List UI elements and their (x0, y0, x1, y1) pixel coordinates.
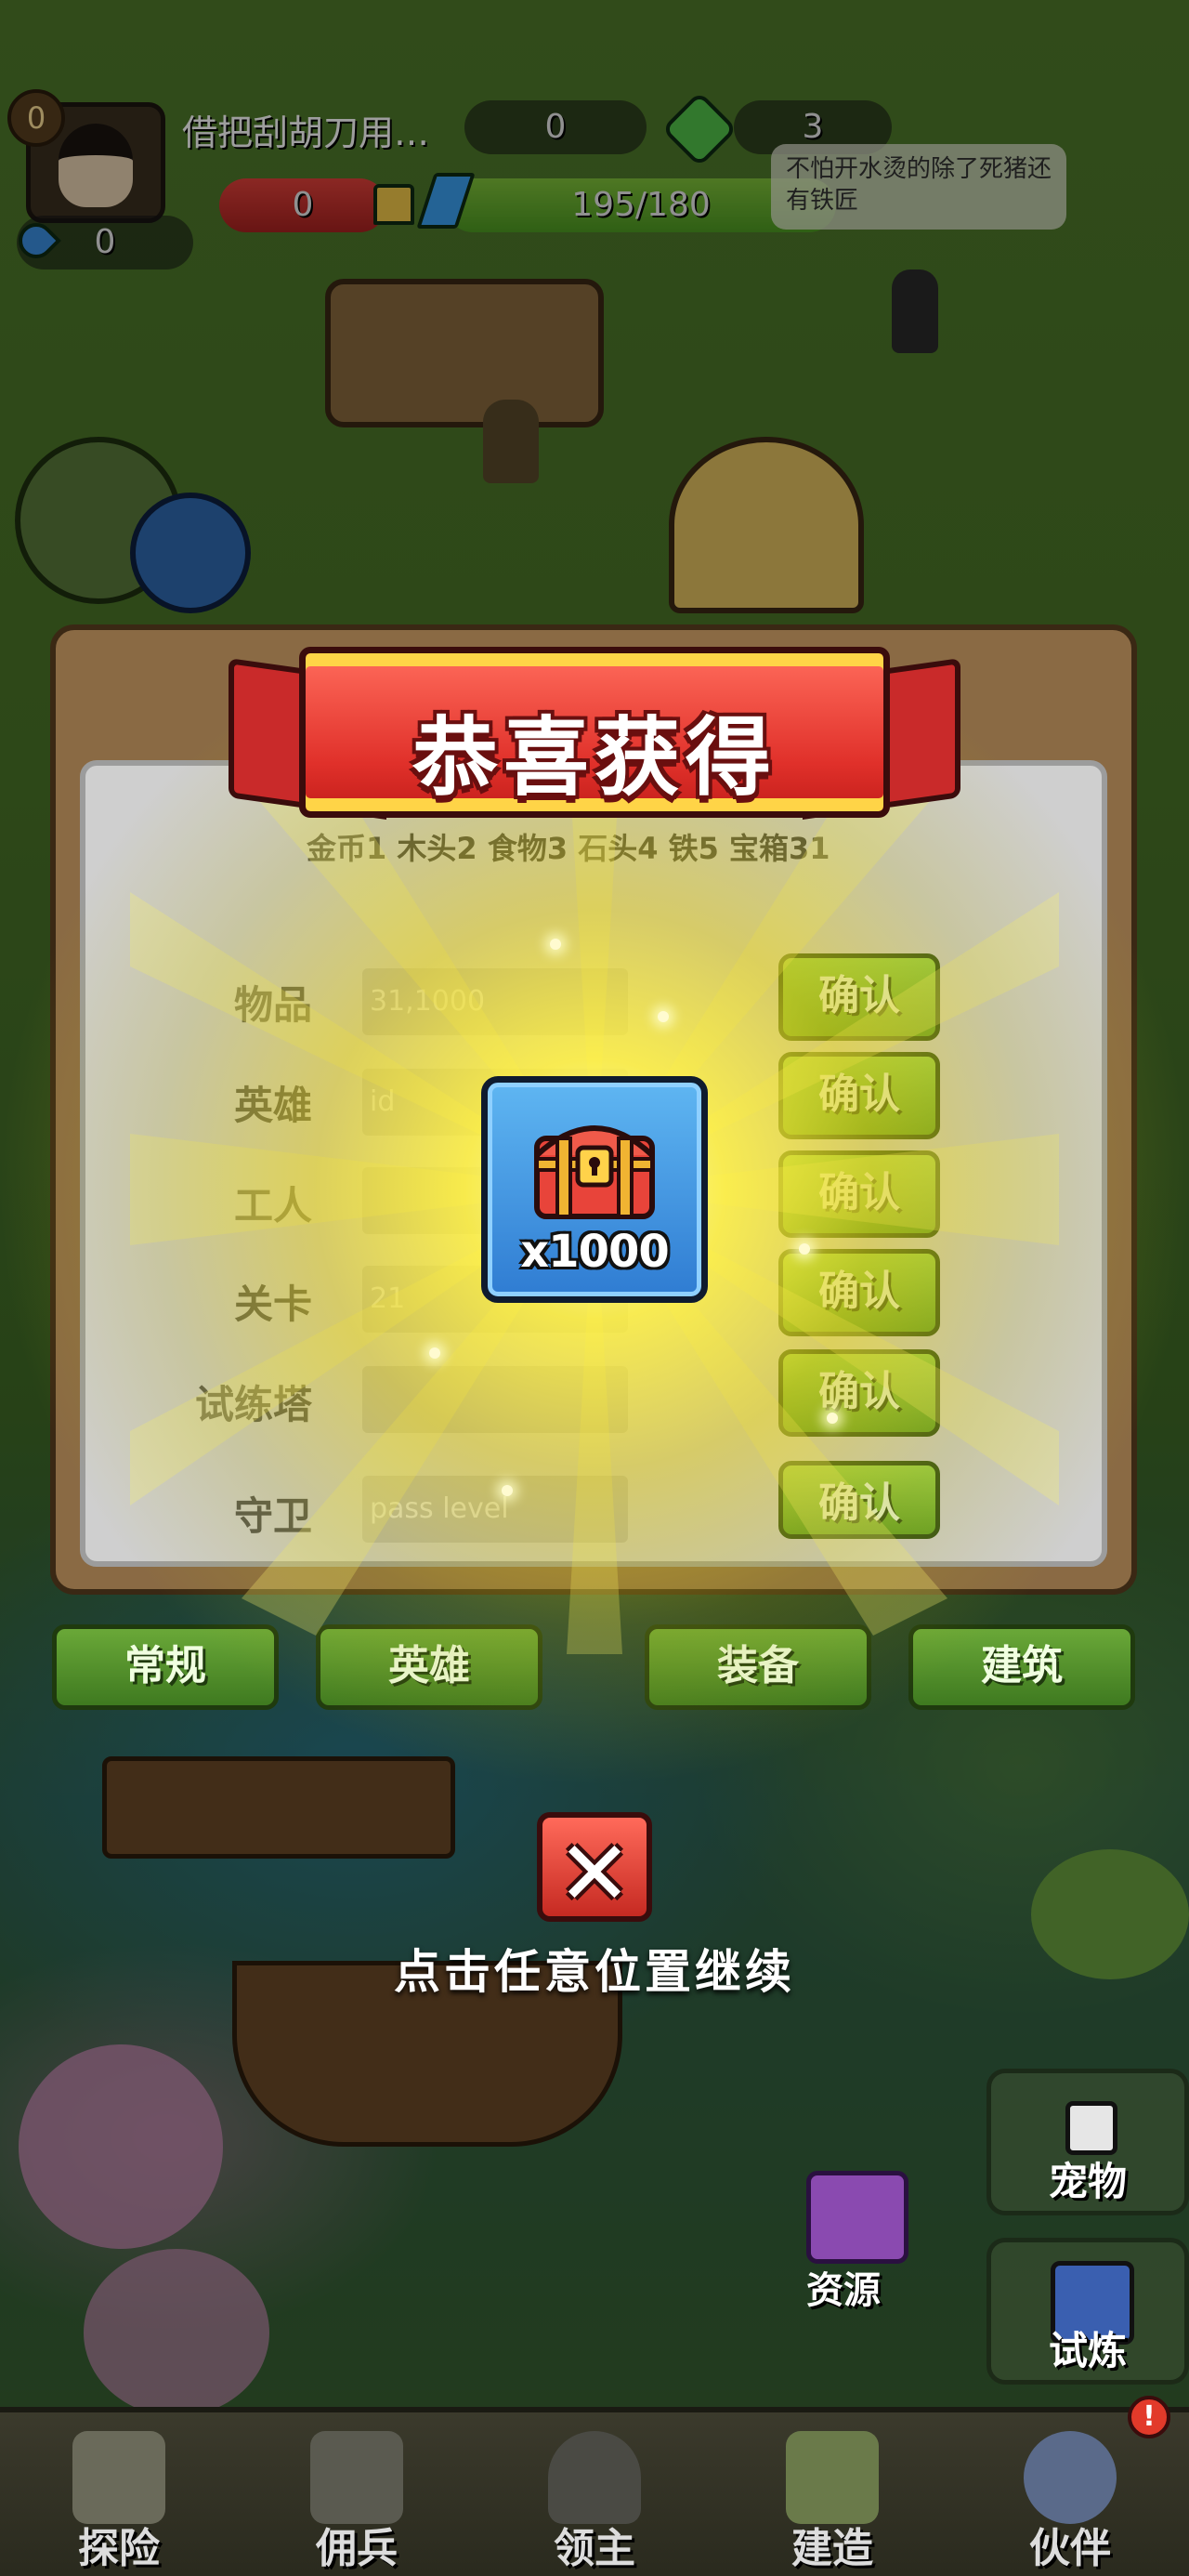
guard-confirm-button[interactable]: 确认 (778, 1461, 940, 1539)
nav-lord[interactable]: 领主 (476, 2412, 713, 2576)
nav-build-label: 建造 (791, 2525, 873, 2572)
nav-mercenary-label: 佣兵 (316, 2525, 398, 2572)
tab-hero[interactable]: 英雄 (316, 1624, 542, 1710)
item-label: 物品 (233, 982, 312, 1028)
resource-id-legend: 金币1 木头2 食物3 石头4 铁5 宝箱31 (307, 831, 830, 866)
guard-input[interactable]: pass level (362, 1476, 628, 1543)
pet-button[interactable]: 宠物 (986, 2069, 1189, 2215)
helmet-icon (548, 2431, 641, 2524)
item-confirm-button[interactable]: 确认 (778, 953, 940, 1041)
tab-equipment[interactable]: 装备 (645, 1624, 871, 1710)
close-icon: ✕ (556, 1821, 633, 1925)
worker-confirm-button[interactable]: 确认 (778, 1150, 940, 1238)
sparkle (429, 1347, 440, 1359)
treasure-chest-icon (534, 1125, 655, 1219)
sparkle (502, 1485, 513, 1496)
tap-to-continue-hint: 点击任意位置继续 (394, 1945, 795, 1999)
hero-confirm-button[interactable]: 确认 (778, 1052, 940, 1139)
nav-companion-label: 伙伴 (1029, 2525, 1111, 2572)
trial-tower-label: 试练塔 (194, 1382, 312, 1427)
modal-title: 恭喜获得 (412, 708, 777, 808)
hammer-icon (786, 2431, 879, 2524)
stage-label: 关卡 (233, 1281, 312, 1327)
worker-label: 工人 (233, 1183, 312, 1229)
reward-item-card: x1000 (481, 1076, 708, 1303)
sparkle (658, 1011, 669, 1022)
lock-icon (1065, 2101, 1117, 2155)
close-button[interactable]: ✕ (537, 1812, 652, 1925)
sparkle (827, 1413, 838, 1424)
nav-lord-label: 领主 (554, 2525, 635, 2572)
trial-label: 试炼 (1048, 2328, 1127, 2373)
tab-building[interactable]: 建筑 (908, 1624, 1135, 1710)
nav-mercenary[interactable]: 佣兵 (238, 2412, 476, 2576)
reward-quantity: x1000 (520, 1226, 670, 1278)
bottom-navigation: 探险 佣兵 领主 建造 ! 伙伴 (0, 2396, 1189, 2576)
map-icon (72, 2431, 165, 2524)
stage-confirm-button[interactable]: 确认 (778, 1249, 940, 1336)
sparkle (550, 939, 561, 950)
companion-icon (1024, 2431, 1117, 2524)
trial-tower-input[interactable] (362, 1366, 628, 1433)
hero-label: 英雄 (233, 1083, 312, 1128)
item-input[interactable]: 31,1000 (362, 968, 628, 1035)
guard-label: 守卫 (233, 1493, 312, 1539)
nav-explore[interactable]: 探险 (0, 2412, 238, 2576)
resource-label: 资源 (806, 2269, 881, 2312)
trial-tower-confirm-button[interactable]: 确认 (778, 1349, 940, 1437)
trial-button[interactable]: 试炼 (986, 2238, 1189, 2385)
pet-label: 宠物 (1048, 2159, 1127, 2204)
armor-icon (310, 2431, 403, 2524)
nav-explore-label: 探险 (78, 2525, 160, 2572)
nav-companion[interactable]: ! 伙伴 (951, 2396, 1189, 2576)
resource-gift-icon[interactable] (806, 2171, 908, 2264)
title-ribbon: 恭喜获得 (299, 647, 890, 818)
tab-general[interactable]: 常规 (52, 1624, 279, 1710)
nav-companion-badge: ! (1128, 2396, 1170, 2438)
sparkle (799, 1243, 810, 1255)
nav-build[interactable]: 建造 (713, 2412, 951, 2576)
